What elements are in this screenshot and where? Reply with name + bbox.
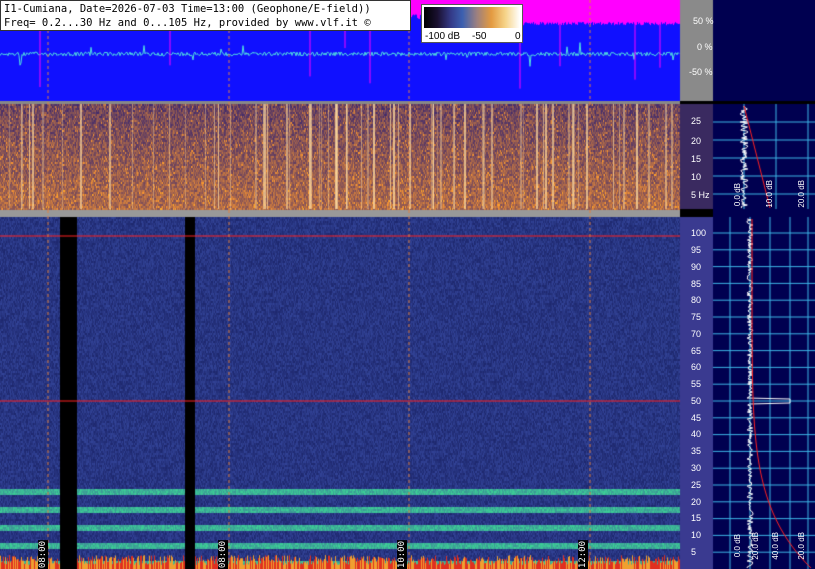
header-line-2: Freq= 0.2...30 Hz and 0...105 Hz, provid… xyxy=(4,17,371,29)
colorbar-gradient xyxy=(424,7,520,28)
time-label: 08:00 xyxy=(218,540,228,569)
spectrum-bottom-label: 20.0 dB xyxy=(751,532,760,560)
vlf-tick: 70 xyxy=(691,329,702,339)
waveform-tick-neg50: -50 % xyxy=(689,67,713,77)
spectrum-top-label: 20.0 dB xyxy=(797,180,806,208)
vlf-tick: 60 xyxy=(691,362,702,372)
spectrogram-display: I1-Cumiana, Date=2026-07-03 Time=13:00 (… xyxy=(0,0,815,569)
colorbar: -100 dB -50 0 xyxy=(421,4,523,43)
time-label: 10:00 xyxy=(397,540,407,569)
elf-tick-15: 15 xyxy=(691,154,702,164)
vlf-tick: 90 xyxy=(691,262,702,272)
station-header: I1-Cumiana, Date=2026-07-03 Time=13:00 (… xyxy=(0,0,411,31)
vlf-tick: 75 xyxy=(691,312,702,322)
colorbar-label-min: -100 dB xyxy=(425,31,461,42)
vlf-tick: 45 xyxy=(691,413,702,423)
vlf-tick: 10 xyxy=(691,530,702,540)
vlf-tick: 65 xyxy=(691,346,702,356)
vlf-tick: 50 xyxy=(691,396,702,406)
vlf-tick: 15 xyxy=(691,513,702,523)
spectrum-bottom-label: 20.0 dB xyxy=(797,532,806,560)
waveform-tick-50: 50 % xyxy=(693,16,714,26)
vlf-tick: 95 xyxy=(691,245,702,255)
spectrum-bottom-label: 40.0 dB xyxy=(771,532,780,560)
vlf-tick: 100 xyxy=(691,228,707,238)
spectrum-top-label: 0.0 dB xyxy=(733,183,742,207)
vlf-tick: 25 xyxy=(691,480,702,490)
vlf-tick: 85 xyxy=(691,279,702,289)
elf-tick-10: 10 xyxy=(691,172,702,182)
elf-tick-5: 5 Hz xyxy=(691,190,710,200)
vlf-tick: 30 xyxy=(691,463,702,473)
waveform-tick-0: 0 % xyxy=(697,42,713,52)
spectrum-top-label: 10.0 dB xyxy=(765,180,774,208)
vlf-tick: 40 xyxy=(691,429,702,439)
time-label: 08:00 xyxy=(38,540,48,569)
header-line-1: I1-Cumiana, Date=2026-07-03 Time=13:00 (… xyxy=(4,3,371,15)
spectrum-bottom-label: 0.0 dB xyxy=(733,534,742,558)
time-label: 12:00 xyxy=(578,540,588,569)
elf-tick-20: 20 xyxy=(691,136,702,146)
colorbar-label-max: 0 xyxy=(515,31,521,42)
vlf-tick: 35 xyxy=(691,446,702,456)
vlf-tick: 55 xyxy=(691,379,702,389)
colorbar-label-mid: -50 xyxy=(472,31,487,42)
vlf-tick: 5 xyxy=(691,547,697,557)
vlf-tick: 20 xyxy=(691,497,702,507)
vlf-tick: 80 xyxy=(691,295,702,305)
elf-tick-25: 25 xyxy=(691,116,702,126)
